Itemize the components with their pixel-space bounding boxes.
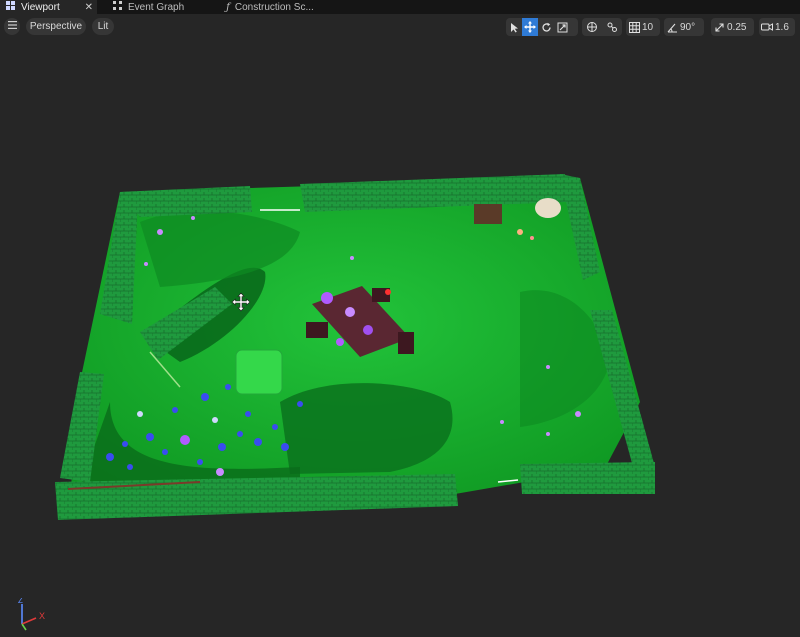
x-axis-label: X [39, 611, 45, 621]
tab-label: Construction Sc... [234, 1, 314, 13]
tab-construction-script[interactable]: ƒ Construction Sc... [220, 0, 320, 14]
wall-front [55, 474, 458, 520]
tab-label: Event Graph [128, 1, 185, 13]
wall-right-front [520, 462, 655, 494]
level-viewport[interactable]: X Z [0, 42, 800, 635]
camera-speed-value: 1.6 [775, 21, 789, 33]
grid-snap-icon [626, 18, 642, 36]
bunny-statue [535, 198, 561, 218]
graph-nodes-icon [113, 1, 123, 13]
hedge-cube [235, 349, 283, 395]
translate-icon[interactable] [522, 18, 538, 36]
scale-icon[interactable] [554, 18, 570, 36]
camera-speed-control[interactable]: 1.6 [759, 18, 795, 36]
move-cursor-icon [231, 292, 251, 317]
rotation-snap-value: 90° [680, 21, 696, 33]
view-mode-button[interactable]: Perspective [26, 18, 86, 35]
scale-snap-value: 0.25 [727, 21, 747, 33]
wall-back-left [120, 186, 252, 217]
wall-left-upper [100, 192, 138, 324]
z-axis-label: Z [18, 598, 23, 605]
grid-snap-control[interactable]: 10 [626, 18, 660, 36]
camera-icon [759, 18, 775, 36]
wooden-crate [474, 204, 502, 224]
tab-event-graph[interactable]: Event Graph [107, 0, 190, 14]
transform-tools [506, 18, 578, 36]
tab-viewport[interactable]: Viewport ✕ [0, 0, 97, 14]
rotate-icon[interactable] [538, 18, 554, 36]
grid-snap-value: 10 [642, 21, 654, 33]
tab-bar: Viewport ✕ Event Graph ƒ Construction Sc… [0, 0, 800, 14]
hamburger-menu-button[interactable] [4, 18, 20, 35]
rotation-snap-control[interactable]: 90° [664, 18, 704, 36]
garden-scene[interactable] [0, 42, 800, 635]
axis-gizmo: X Z [12, 596, 46, 637]
angle-snap-icon [664, 18, 680, 36]
viewport-toolbar: Perspective Lit 10 90° 0.25 1.6 [0, 14, 800, 42]
lighting-mode-button[interactable]: Lit [92, 18, 114, 35]
scale-snap-icon [711, 18, 727, 36]
select-icon[interactable] [506, 18, 522, 36]
close-icon[interactable]: ✕ [85, 2, 93, 13]
hamburger-icon [7, 21, 17, 32]
function-icon: ƒ [226, 1, 230, 13]
world-space-icon[interactable] [582, 18, 602, 36]
viewport-grid-icon [6, 1, 16, 13]
space-tools [582, 18, 622, 36]
scale-snap-control[interactable]: 0.25 [711, 18, 754, 36]
tab-label: Viewport [21, 1, 60, 13]
surface-snap-icon[interactable] [602, 18, 622, 36]
